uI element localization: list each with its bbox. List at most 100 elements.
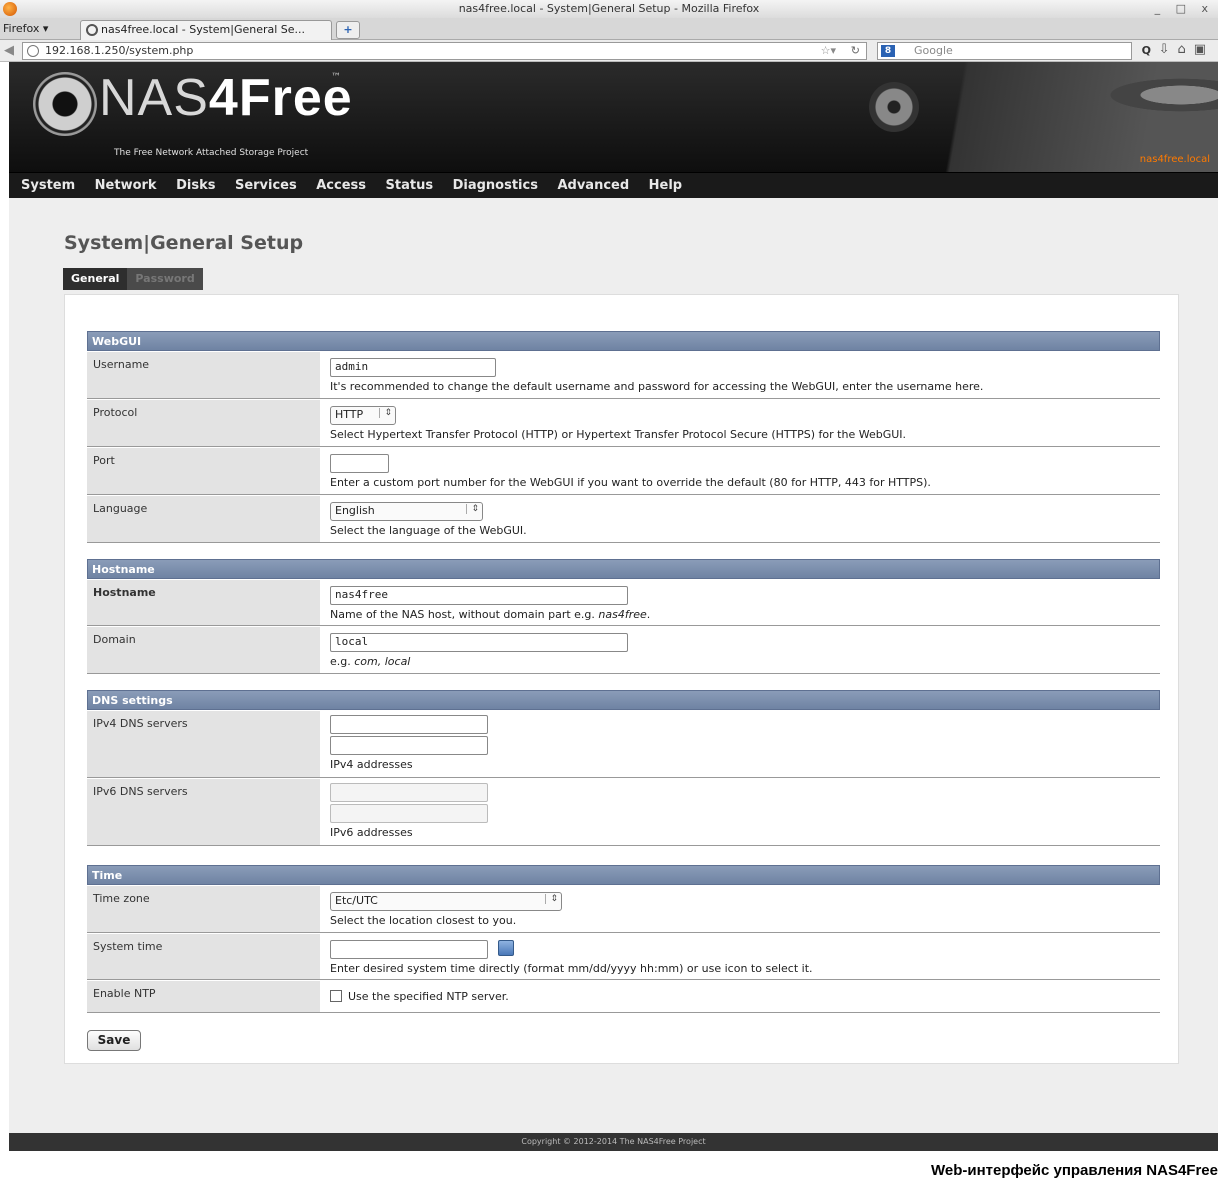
search-bar[interactable]: 8 Google Q [877, 42, 1151, 60]
logo-tagline: The Free Network Attached Storage Projec… [114, 148, 309, 158]
timezone-hint: Select the location closest to you. [330, 914, 517, 927]
section-webgui-header: WebGUI [87, 331, 1160, 351]
row-port: Port Enter a custom port number for the … [87, 448, 1160, 495]
toolbar-icons[interactable]: ⇩⌂▣ [1159, 42, 1214, 57]
page-tabs: General Password [63, 268, 203, 290]
nav-advanced[interactable]: Advanced [557, 173, 629, 199]
system-time-hint: Enter desired system time directly (form… [330, 962, 813, 975]
ipv6-dns-input-2[interactable] [330, 804, 488, 823]
hostname-hint: Name of the NAS host, without domain par… [330, 608, 651, 621]
port-hint: Enter a custom port number for the WebGU… [330, 476, 931, 489]
ntp-checkbox-label: Use the specified NTP server. [348, 990, 509, 1003]
hostname-input[interactable]: nas4free [330, 586, 628, 605]
nav-services[interactable]: Services [235, 173, 297, 199]
nav-network[interactable]: Network [95, 173, 157, 199]
page-area: System|General Setup General Password Web… [9, 198, 1218, 1133]
language-select[interactable]: English ⇕ [330, 502, 483, 521]
port-label: Port [87, 448, 320, 494]
language-hint: Select the language of the WebGUI. [330, 524, 527, 537]
protocol-select[interactable]: HTTP ⇕ [330, 406, 396, 425]
logo-text: NAS4Free [99, 69, 353, 127]
search-placeholder: Google [914, 44, 953, 57]
window-title: nas4free.local - System|General Setup - … [458, 2, 760, 15]
select-arrows-icon: ⇕ [466, 504, 479, 514]
loading-icon [86, 24, 98, 36]
protocol-select-value: HTTP [335, 408, 364, 421]
system-time-label: System time [87, 934, 320, 979]
firefox-menu-button[interactable]: Firefox ▾ [3, 22, 48, 35]
domain-label: Domain [87, 627, 320, 673]
tab-general[interactable]: General [63, 268, 128, 290]
disk-spindle-image [869, 82, 919, 132]
nav-diagnostics[interactable]: Diagnostics [453, 173, 538, 199]
select-arrows-icon: ⇕ [545, 894, 558, 904]
ntp-checkbox[interactable] [330, 990, 342, 1002]
domain-hint: e.g. com, local [330, 655, 411, 668]
ipv4-dns-input-2[interactable] [330, 736, 488, 755]
main-nav: System Network Disks Services Access Sta… [9, 172, 1218, 198]
window-titlebar: nas4free.local - System|General Setup - … [0, 0, 1218, 18]
page-title: System|General Setup [64, 232, 304, 254]
firefox-logo-icon [3, 2, 17, 16]
site-identity-icon[interactable] [27, 45, 39, 57]
ipv6-dns-hint: IPv6 addresses [330, 826, 413, 839]
search-engine-icon[interactable]: 8 [881, 45, 895, 57]
browser-tab[interactable]: nas4free.local - System|General Se... [80, 20, 332, 40]
ipv6-dns-input-1[interactable] [330, 783, 488, 802]
protocol-label: Protocol [87, 400, 320, 446]
url-text: 192.168.1.250/system.php [45, 44, 194, 57]
calendar-icon[interactable] [498, 940, 514, 956]
tab-title: nas4free.local - System|General Se... [101, 23, 306, 36]
username-input[interactable]: admin [330, 358, 496, 377]
nav-access[interactable]: Access [316, 173, 366, 199]
section-time-header: Time [87, 865, 1160, 885]
back-arrow-icon[interactable]: ◀ [4, 43, 20, 59]
ipv4-dns-input-1[interactable] [330, 715, 488, 734]
settings-form: WebGUI Username admin It's recommended t… [64, 294, 1179, 1064]
window-controls[interactable]: _ □ x [1155, 0, 1214, 18]
nav-status[interactable]: Status [386, 173, 434, 199]
row-hostname: Hostname nas4free Name of the NAS host, … [87, 580, 1160, 626]
row-username: Username admin It's recommended to chang… [87, 352, 1160, 399]
reload-icon[interactable]: ↻ [851, 43, 860, 59]
hostname-label: Hostname [87, 580, 320, 625]
system-time-input[interactable] [330, 940, 488, 959]
bookmark-star-icon[interactable]: ☆▾ [821, 43, 836, 59]
domain-input[interactable]: local [330, 633, 628, 652]
row-domain: Domain local e.g. com, local [87, 627, 1160, 674]
section-hostname-header: Hostname [87, 559, 1160, 579]
url-bar[interactable]: 192.168.1.250/system.php ☆▾ ↻ [22, 42, 867, 60]
username-hint: It's recommended to change the default u… [330, 380, 984, 393]
ipv4-dns-hint: IPv4 addresses [330, 758, 413, 771]
timezone-label: Time zone [87, 886, 320, 932]
nas4free-header: NAS4Free ™ The Free Network Attached Sto… [9, 62, 1218, 172]
footer: Copyright © 2012-2014 The NAS4Free Proje… [9, 1133, 1218, 1151]
tab-password[interactable]: Password [127, 268, 203, 290]
language-label: Language [87, 496, 320, 542]
language-select-value: English [335, 504, 375, 517]
save-button[interactable]: Save [87, 1030, 141, 1051]
username-label: Username [87, 352, 320, 398]
new-tab-button[interactable]: + [336, 21, 360, 39]
logo-trademark: ™ [331, 72, 341, 83]
enable-ntp-label: Enable NTP [87, 981, 320, 1012]
ipv6-dns-label: IPv6 DNS servers [87, 779, 320, 845]
host-label: nas4free.local [1139, 154, 1210, 165]
search-magnifier-icon[interactable]: Q [1142, 43, 1151, 59]
row-enable-ntp: Enable NTP Use the specified NTP server. [87, 981, 1160, 1013]
row-ipv4-dns: IPv4 DNS servers IPv4 addresses [87, 711, 1160, 778]
nav-system[interactable]: System [21, 173, 75, 199]
row-language: Language English ⇕ Select the language of… [87, 496, 1160, 543]
row-system-time: System time Enter desired system time di… [87, 934, 1160, 980]
timezone-select[interactable]: Etc/UTC ⇕ [330, 892, 562, 911]
browser-navbar: ◀ 192.168.1.250/system.php ☆▾ ↻ 8 Google… [0, 40, 1218, 62]
section-dns-header: DNS settings [87, 690, 1160, 710]
timezone-select-value: Etc/UTC [335, 894, 378, 907]
nav-disks[interactable]: Disks [176, 173, 215, 199]
port-input[interactable] [330, 454, 389, 473]
nas4free-logo-icon [33, 72, 97, 136]
protocol-hint: Select Hypertext Transfer Protocol (HTTP… [330, 428, 907, 441]
row-timezone: Time zone Etc/UTC ⇕ Select the location c… [87, 886, 1160, 933]
image-caption: Web-интерфейс управления NAS4Free [930, 1162, 1218, 1179]
nav-help[interactable]: Help [649, 173, 682, 199]
